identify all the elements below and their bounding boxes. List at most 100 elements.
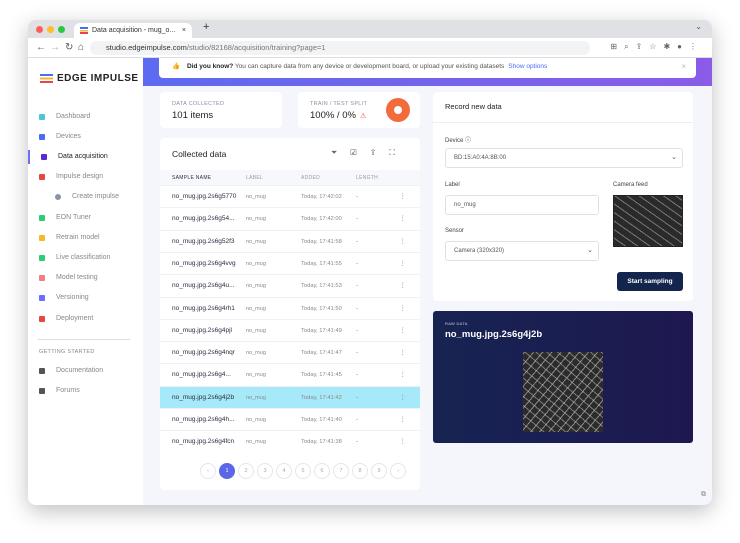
prev-page-button[interactable]: ‹ bbox=[200, 463, 216, 479]
page-button[interactable]: 8 bbox=[352, 463, 368, 479]
sidebar-item-retrain-model[interactable]: Retrain model bbox=[28, 231, 143, 245]
page-button[interactable]: 5 bbox=[295, 463, 311, 479]
sample-length: - bbox=[356, 304, 359, 312]
feedback-icon[interactable]: ⧉ bbox=[701, 491, 706, 499]
col-label[interactable]: LABEL bbox=[246, 175, 263, 181]
table-row[interactable]: no_mug.jpg.2s6g52f3 no_mug Today, 17:41:58… bbox=[160, 229, 420, 253]
browser-tab[interactable]: Data acquisition - mug_o... × bbox=[74, 23, 192, 38]
sample-name: no_mug.jpg.2s6g4j2b bbox=[172, 393, 235, 401]
getting-started-heading: GETTING STARTED bbox=[39, 349, 95, 355]
sidebar-item-versioning[interactable]: Versioning bbox=[28, 291, 143, 305]
sample-name: no_mug.jpg.2s6g4fcn bbox=[172, 438, 235, 446]
sidebar-item-forums[interactable]: Forums bbox=[28, 384, 143, 398]
sidebar-item-deployment[interactable]: Deployment bbox=[28, 312, 143, 326]
table-row[interactable]: no_mug.jpg.2s6g4vvg no_mug Today, 17:41:55… bbox=[160, 251, 420, 275]
deployment-icon bbox=[39, 316, 45, 322]
sample-label: no_mug bbox=[246, 305, 266, 312]
table-row[interactable]: no_mug.jpg.2s6g4h... no_mug Today, 17:41:4… bbox=[160, 408, 420, 430]
table-row[interactable]: no_mug.jpg.2s6g4u... no_mug Today, 17:41:5… bbox=[160, 274, 420, 296]
table-row[interactable]: no_mug.jpg.2s6g4rh1 no_mug Today, 17:41:50… bbox=[160, 296, 420, 320]
split-donut-chart bbox=[386, 98, 410, 122]
start-sampling-button[interactable]: Start sampling bbox=[617, 272, 683, 291]
next-page-button[interactable]: › bbox=[390, 463, 406, 479]
sidebar-item-model-testing[interactable]: Model testing bbox=[28, 271, 143, 285]
row-menu-icon[interactable]: ⋮ bbox=[400, 275, 407, 297]
row-menu-icon[interactable]: ⋮ bbox=[400, 342, 407, 364]
table-row[interactable]: no_mug.jpg.2s6g4j2b no_mug Today, 17:41:42… bbox=[160, 385, 420, 409]
table-row[interactable]: no_mug.jpg.2s6g4nqr no_mug Today, 17:41:47… bbox=[160, 341, 420, 363]
row-menu-icon[interactable]: ⋮ bbox=[400, 186, 407, 208]
sidebar-item-create-impulse[interactable]: Create impulse bbox=[28, 190, 143, 204]
row-menu-icon[interactable]: ⋮ bbox=[400, 231, 407, 253]
forward-icon[interactable]: → bbox=[50, 42, 60, 53]
page-button[interactable]: 2 bbox=[238, 463, 254, 479]
sidebar-item-dashboard[interactable]: Dashboard bbox=[28, 110, 143, 124]
banner-text: You can capture data from any device or … bbox=[234, 63, 505, 70]
tab-bar: Data acquisition - mug_o... × + ⌄ bbox=[28, 20, 712, 38]
sidebar-item-data-acquisition[interactable]: Data acquisition bbox=[28, 150, 143, 164]
sample-length: - bbox=[356, 393, 359, 401]
show-options-link[interactable]: Show options bbox=[508, 63, 547, 70]
url-input[interactable]: studio.edgeimpulse.com/studio/82168/acqu… bbox=[90, 41, 590, 55]
new-tab-button[interactable]: + bbox=[203, 21, 209, 33]
raw-data-kicker: Raw data bbox=[445, 321, 468, 326]
browser-window: Data acquisition - mug_o... × + ⌄ ← → ↻ ⌂… bbox=[28, 20, 712, 505]
logo-icon bbox=[40, 74, 53, 83]
page-button[interactable]: 1 bbox=[219, 463, 235, 479]
maximize-window-button[interactable] bbox=[58, 26, 65, 33]
back-icon[interactable]: ← bbox=[36, 42, 46, 53]
table-row[interactable]: no_mug.jpg.2s6g54... no_mug Today, 17:42:0… bbox=[160, 207, 420, 229]
upload-icon[interactable]: ⇪ bbox=[370, 148, 390, 157]
sensor-label: Sensor bbox=[445, 228, 465, 234]
row-menu-icon[interactable]: ⋮ bbox=[400, 320, 407, 342]
sample-added: Today, 17:41:38 bbox=[301, 439, 342, 446]
home-icon[interactable]: ⌂ bbox=[78, 42, 84, 53]
row-menu-icon[interactable]: ⋮ bbox=[400, 387, 407, 409]
select-icon[interactable]: ☑ bbox=[350, 148, 369, 157]
row-menu-icon[interactable]: ⋮ bbox=[400, 409, 407, 431]
warning-icon[interactable]: ⚠ bbox=[360, 113, 366, 120]
row-menu-icon[interactable]: ⋮ bbox=[400, 364, 407, 386]
sample-added: Today, 17:42:02 bbox=[301, 194, 342, 200]
page-button[interactable]: 6 bbox=[314, 463, 330, 479]
sample-name: no_mug.jpg.2s6g4vvg bbox=[172, 259, 236, 267]
help-icon[interactable]: ⓘ bbox=[465, 138, 471, 144]
page-button[interactable]: 9 bbox=[371, 463, 387, 479]
col-sample-name[interactable]: SAMPLE NAME bbox=[172, 175, 211, 181]
sidebar-item-documentation[interactable]: Documentation bbox=[28, 364, 143, 378]
page-button[interactable]: 7 bbox=[333, 463, 349, 479]
page-button[interactable]: 4 bbox=[276, 463, 292, 479]
col-added[interactable]: ADDED bbox=[301, 175, 320, 181]
row-menu-icon[interactable]: ⋮ bbox=[400, 253, 407, 275]
fullscreen-icon[interactable]: ⛶ bbox=[389, 148, 408, 157]
sample-name: no_mug.jpg.2s6g4rh1 bbox=[172, 304, 235, 312]
filter-icon[interactable]: ⏷ bbox=[331, 148, 350, 157]
row-menu-icon[interactable]: ⋮ bbox=[400, 208, 407, 230]
minimize-window-button[interactable] bbox=[47, 26, 54, 33]
device-select[interactable]: BD:15:A0:4A:8B:00 ⌄ bbox=[445, 148, 683, 168]
sidebar-item-impulse-design[interactable]: Impulse design bbox=[28, 170, 143, 184]
banner-bold: Did you know? bbox=[187, 63, 234, 70]
sample-added: Today, 17:41:58 bbox=[301, 238, 342, 245]
row-menu-icon[interactable]: ⋮ bbox=[400, 431, 407, 453]
sidebar-item-devices[interactable]: Devices bbox=[28, 130, 143, 144]
table-row[interactable]: no_mug.jpg.2s6g4fcn no_mug Today, 17:41:38… bbox=[160, 430, 420, 452]
table-row[interactable]: no_mug.jpg.2s6g5770 no_mug Today, 17:42:02… bbox=[160, 185, 420, 207]
edge-impulse-logo[interactable]: EDGE IMPULSE bbox=[40, 73, 139, 84]
sensor-select[interactable]: Camera (320x320) ⌄ bbox=[445, 241, 599, 261]
table-row[interactable]: no_mug.jpg.2s6g4pjl no_mug Today, 17:41:49… bbox=[160, 318, 420, 342]
sample-label: no_mug bbox=[246, 260, 266, 267]
row-menu-icon[interactable]: ⋮ bbox=[400, 298, 407, 320]
label-input[interactable]: no_mug bbox=[445, 195, 599, 215]
table-row[interactable]: no_mug.jpg.2s6g4... no_mug Today, 17:41:45… bbox=[160, 363, 420, 385]
page-button[interactable]: 3 bbox=[257, 463, 273, 479]
col-length[interactable]: LENGTH bbox=[356, 175, 378, 181]
close-banner-icon[interactable]: × bbox=[681, 58, 686, 76]
sidebar-item-eon-tuner[interactable]: EON Tuner bbox=[28, 211, 143, 225]
close-window-button[interactable] bbox=[36, 26, 43, 33]
browser-toolbar-icons[interactable]: ⊞⌕⇪☆✱●⋮ bbox=[610, 42, 704, 52]
reload-icon[interactable]: ↻ bbox=[65, 42, 73, 53]
sidebar-item-live-classification[interactable]: Live classification bbox=[28, 251, 143, 265]
close-tab-icon[interactable]: × bbox=[182, 23, 186, 38]
tab-list-chevron-icon[interactable]: ⌄ bbox=[695, 22, 702, 31]
